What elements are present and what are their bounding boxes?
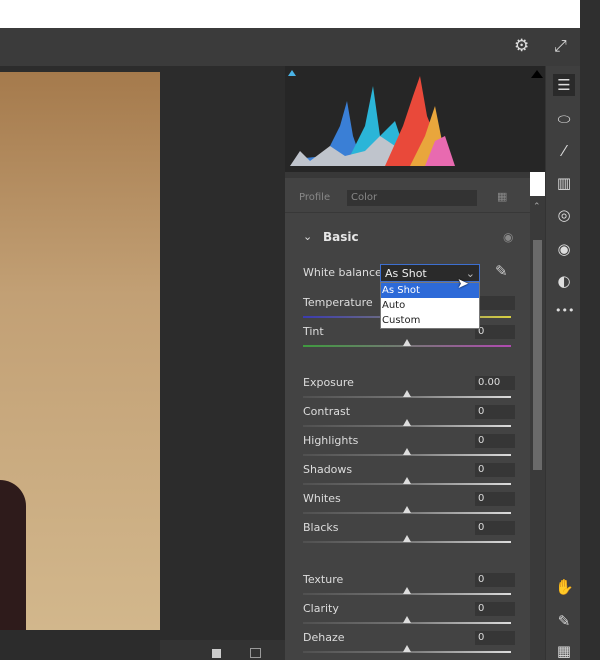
slider-value[interactable]: 0	[475, 521, 515, 535]
slider-tint[interactable]: Tint 0	[303, 325, 515, 354]
histogram-highlight-clip-icon	[531, 70, 543, 78]
slider-value[interactable]: 0	[475, 492, 515, 506]
photo-preview	[0, 72, 160, 630]
slider-label: Temperature	[303, 296, 373, 309]
slider-label: Exposure	[303, 376, 354, 389]
slider-highlights[interactable]: Highlights 0	[303, 434, 515, 463]
chevron-down-icon[interactable]: ⌄	[303, 230, 312, 243]
slider-whites[interactable]: Whites 0	[303, 492, 515, 521]
histogram-shadow-clip-icon	[288, 70, 296, 76]
slider-exposure[interactable]: Exposure 0.00	[303, 376, 515, 405]
healing-icon[interactable]: ⬭	[555, 110, 573, 128]
slider-handle[interactable]	[403, 390, 411, 397]
slider-label: Tint	[303, 325, 324, 338]
slider-handle[interactable]	[403, 339, 411, 346]
tool-strip: ☰ ⬭ ⁄ ▥ ◎ ◉ ◐ ••• ✋ ✎ ▦	[545, 66, 580, 660]
slider-label: Blacks	[303, 521, 339, 534]
slider-value[interactable]: 0	[475, 602, 515, 616]
slider-texture[interactable]: Texture 0	[303, 573, 515, 602]
slider-value[interactable]: 0	[475, 631, 515, 645]
slider-handle[interactable]	[403, 587, 411, 594]
scroll-up-icon[interactable]: ⌃	[533, 202, 541, 212]
expand-icon[interactable]: ⤢	[554, 36, 567, 56]
slider-label: Highlights	[303, 434, 359, 447]
edit-sliders-icon[interactable]: ☰	[553, 74, 575, 96]
grid-icon[interactable]: ▦	[555, 642, 573, 660]
slider-label: Shadows	[303, 463, 353, 476]
slider-handle[interactable]	[403, 506, 411, 513]
slider-blacks[interactable]: Blacks 0	[303, 521, 515, 550]
background-app-edge	[580, 0, 600, 660]
slider-handle[interactable]	[403, 645, 411, 652]
option-custom[interactable]: Custom	[381, 313, 479, 328]
histogram	[285, 66, 545, 172]
slider-value[interactable]: 0	[475, 405, 515, 419]
hand-icon[interactable]: ✋	[555, 578, 574, 596]
slider-value[interactable]: 0	[475, 325, 515, 339]
linear-gradient-icon[interactable]: ▥	[555, 174, 573, 192]
slider-value[interactable]	[475, 296, 515, 310]
more-icon[interactable]: •••	[555, 302, 574, 320]
slider-label: Dehaze	[303, 631, 345, 644]
radial-gradient-icon[interactable]: ◎	[555, 206, 573, 224]
eyedropper-icon[interactable]: ✎	[495, 262, 508, 280]
slider-label: Texture	[303, 573, 344, 586]
gear-icon[interactable]: ⚙	[514, 36, 529, 56]
slider-label: Clarity	[303, 602, 339, 615]
view-toggle-icon[interactable]	[212, 649, 221, 658]
profile-browser-icon[interactable]: ▦	[497, 190, 507, 203]
wb-label: White balance	[303, 266, 382, 279]
slider-handle[interactable]	[403, 448, 411, 455]
histogram-graph	[288, 70, 543, 166]
slider-dehaze[interactable]: Dehaze 0	[303, 631, 515, 660]
compare-icon[interactable]	[250, 648, 261, 658]
slider-handle[interactable]	[403, 477, 411, 484]
slider-clarity[interactable]: Clarity 0	[303, 602, 515, 631]
slider-value[interactable]: 0	[475, 434, 515, 448]
brush-icon[interactable]: ⁄	[555, 142, 573, 160]
slider-value[interactable]: 0.00	[475, 376, 515, 390]
slider-value[interactable]: 0	[475, 463, 515, 477]
option-auto[interactable]: Auto	[381, 298, 479, 313]
slider-label: Contrast	[303, 405, 351, 418]
red-eye-icon[interactable]: ◉	[555, 240, 573, 258]
basic-panel: Profile Color ▦ ⌄ Basic ◉ White balance …	[285, 172, 530, 660]
panel-scrollbar[interactable]: ⌃	[530, 196, 545, 660]
section-title[interactable]: Basic	[323, 230, 359, 244]
slider-label: Whites	[303, 492, 341, 505]
presets-icon[interactable]: ◐	[555, 272, 573, 290]
eye-icon[interactable]: ◉	[503, 230, 513, 244]
wb-value: As Shot	[385, 267, 427, 280]
scrollbar-thumb[interactable]	[533, 240, 542, 470]
color-sampler-icon[interactable]: ✎	[555, 612, 573, 630]
slider-shadows[interactable]: Shadows 0	[303, 463, 515, 492]
mouse-cursor-icon: ➤	[457, 276, 469, 292]
slider-handle[interactable]	[403, 616, 411, 623]
bottom-bar	[160, 640, 285, 660]
slider-handle[interactable]	[403, 419, 411, 426]
profile-select[interactable]: Color	[347, 190, 477, 206]
slider-contrast[interactable]: Contrast 0	[303, 405, 515, 434]
top-toolbar: ⚙ ⤢	[0, 28, 580, 66]
profile-label: Profile	[299, 192, 331, 203]
slider-value[interactable]: 0	[475, 573, 515, 587]
profile-value: Color	[351, 192, 378, 203]
slider-handle[interactable]	[403, 535, 411, 542]
